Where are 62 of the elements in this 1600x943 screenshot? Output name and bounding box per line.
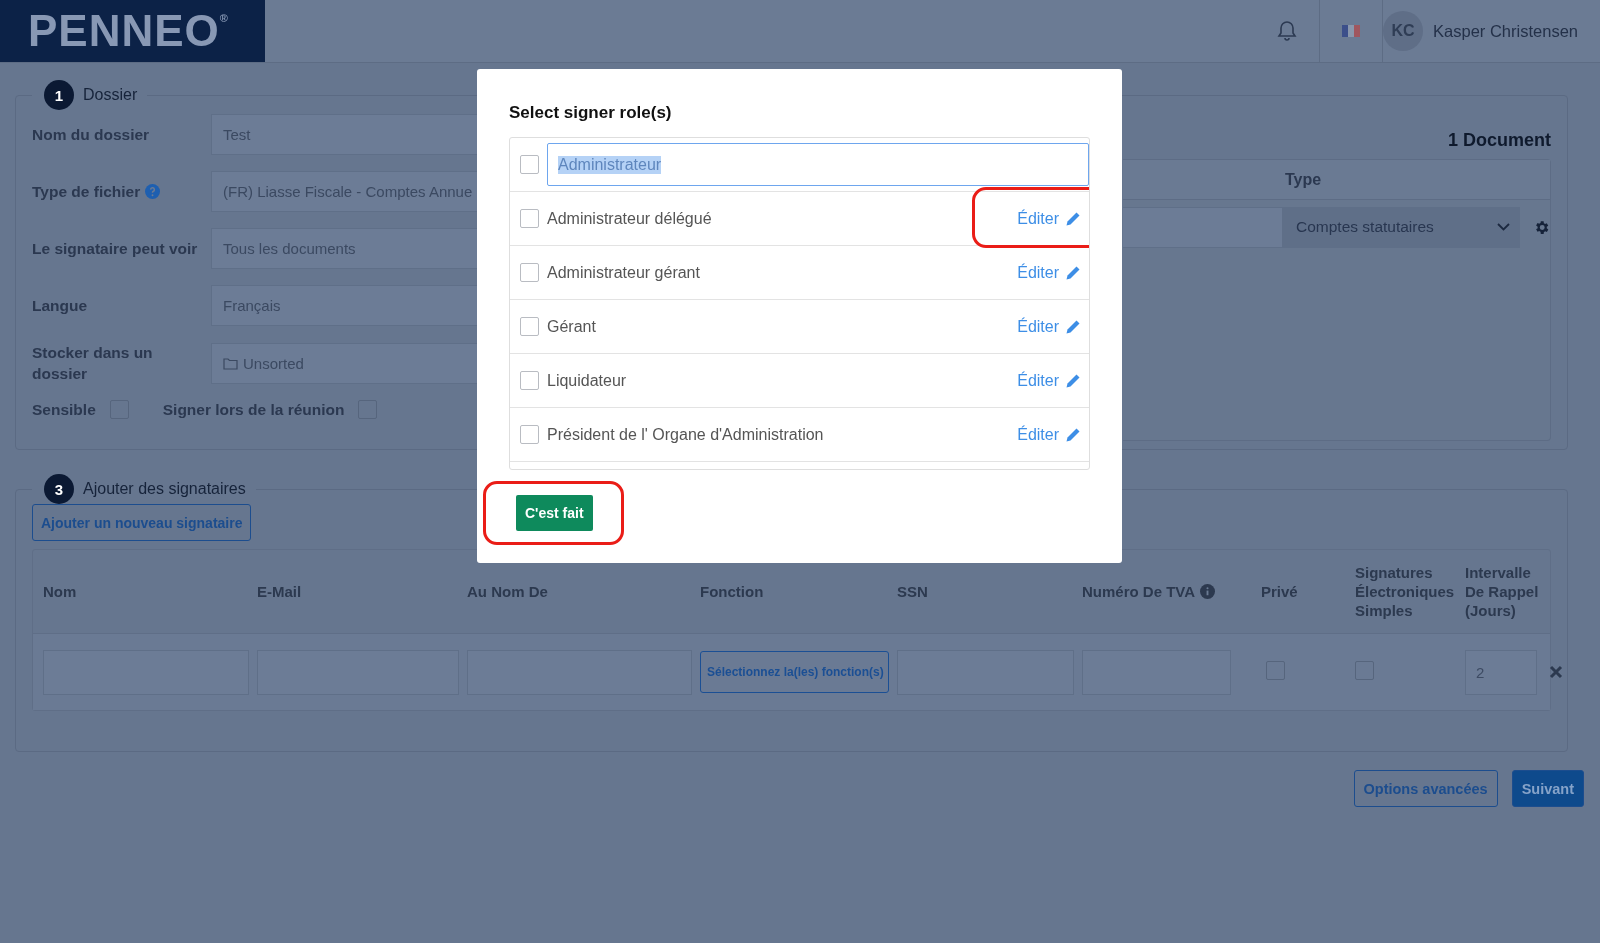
role-label: Administrateur gérant — [547, 263, 701, 282]
next-button[interactable]: Suivant — [1511, 770, 1584, 807]
advanced-options-button[interactable]: Options avancées — [1353, 770, 1498, 807]
column-header: Type — [1284, 170, 1323, 189]
column-header: Signatures Électroniques Simples — [1355, 563, 1456, 620]
select-function-button[interactable]: Sélectionnez la(les) fonction(s) — [700, 651, 889, 693]
role-name-field[interactable]: Administrateur — [547, 143, 1089, 186]
add-signer-button[interactable]: Ajouter un nouveau signataire — [32, 504, 252, 541]
column-header: Intervalle De Rappel (Jours) — [1465, 563, 1540, 620]
column-header: SSN — [897, 582, 928, 601]
pencil-icon — [1065, 426, 1081, 443]
type-select[interactable]: Comptes statutaires — [1283, 206, 1520, 248]
pencil-icon — [1065, 264, 1081, 281]
column-header: E-Mail — [257, 582, 302, 601]
dialog-title: Select signer role(s) — [509, 103, 673, 123]
field-label: Stocker dans un dossier — [32, 343, 154, 384]
column-header: Nom — [43, 582, 77, 601]
settings-icon[interactable] — [1533, 218, 1550, 236]
edit-link[interactable]: Éditer — [1017, 371, 1081, 390]
checkbox[interactable] — [520, 209, 539, 228]
checkbox[interactable] — [520, 155, 539, 174]
help-icon[interactable] — [145, 184, 161, 199]
field-label: Le signataire peut voir — [32, 239, 198, 259]
step-number: 1 — [44, 80, 74, 110]
section-title: Dossier — [83, 86, 138, 104]
bell-icon[interactable] — [1277, 20, 1298, 42]
done-button[interactable]: C'est fait — [516, 495, 593, 531]
checkbox[interactable] — [520, 317, 539, 336]
edit-link[interactable]: Éditer — [1017, 263, 1081, 282]
section-title: Ajouter des signataires — [83, 480, 246, 498]
user-name[interactable]: Kasper Christensen — [1433, 21, 1578, 41]
role-label: Président de l' Organe d'Administration — [547, 425, 825, 444]
checkbox[interactable] — [520, 263, 539, 282]
document-count: 1 Document — [1447, 130, 1551, 151]
checkbox[interactable] — [520, 425, 539, 444]
text-field[interactable] — [1123, 206, 1283, 248]
role-label: Liquidateur — [547, 371, 628, 390]
checkbox-label: Signer lors de la réunion — [162, 400, 345, 419]
column-header: Privé — [1261, 582, 1298, 601]
edit-link[interactable]: Éditer — [1017, 317, 1081, 336]
pencil-icon — [1065, 372, 1081, 389]
role-label: Administrateur délégué — [547, 209, 713, 228]
edit-link[interactable]: Éditer — [1017, 209, 1081, 228]
checkbox-label: Sensible — [32, 400, 96, 419]
folder-icon — [223, 356, 238, 370]
chevron-down-icon[interactable] — [1497, 223, 1510, 231]
info-icon[interactable] — [1200, 584, 1216, 599]
column-header: Au Nom De — [467, 582, 548, 601]
logo: PENNEO® — [0, 0, 265, 62]
flag-icon[interactable] — [1342, 25, 1361, 37]
column-header: Numéro De TVA — [1082, 582, 1196, 601]
edit-link[interactable]: Éditer — [1017, 425, 1081, 444]
column-header: Fonction — [700, 582, 764, 601]
field-label: Langue — [32, 296, 88, 316]
role-label: Gérant — [547, 317, 597, 336]
step-number: 3 — [44, 474, 74, 504]
pencil-icon — [1065, 318, 1081, 335]
field-label: Nom du dossier — [32, 125, 150, 145]
pencil-icon — [1065, 210, 1081, 227]
close-icon[interactable] — [1549, 665, 1563, 679]
field-label: Type de fichier — [32, 182, 141, 202]
checkbox[interactable] — [520, 371, 539, 390]
